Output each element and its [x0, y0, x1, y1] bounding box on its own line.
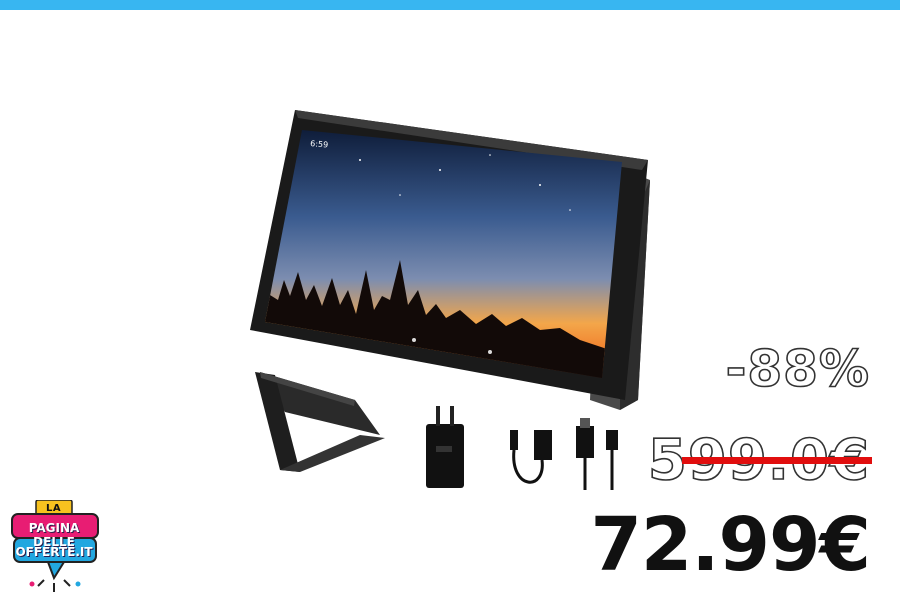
logo-small-text: LA: [46, 503, 62, 514]
old-price-strikethrough: [682, 457, 872, 464]
discount-badge: -88%: [725, 339, 870, 399]
new-price: 72.99€: [590, 502, 871, 588]
charger-image: [426, 406, 464, 488]
tablet-bundle-illustration: 6:59: [250, 110, 650, 490]
usb-cable-image: [576, 418, 618, 490]
top-accent-bar: [0, 0, 900, 10]
tablet-clock: 6:59: [310, 139, 329, 150]
product-image: 6:59: [240, 100, 660, 510]
otg-cable-image: [510, 430, 552, 484]
logo-image: LA PAGINA DELLE OFFERTE.IT: [8, 500, 100, 595]
tablet-image: 6:59: [250, 110, 648, 400]
logo-line-2: OFFERTE.IT: [15, 545, 93, 559]
case-image: [255, 372, 385, 472]
